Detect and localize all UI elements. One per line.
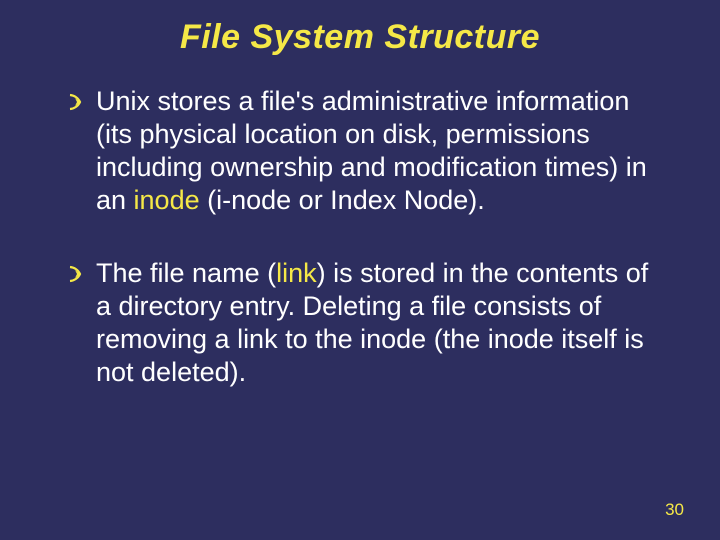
list-item: Unix stores a file's administrative info… — [68, 85, 660, 217]
bullet-arrow-icon — [68, 265, 96, 283]
text-segment: (i-node or Index Node). — [200, 185, 485, 215]
bullet-text: Unix stores a file's administrative info… — [96, 85, 660, 217]
highlight-term: inode — [134, 185, 200, 215]
page-number: 30 — [665, 500, 684, 520]
text-segment: The file name ( — [96, 258, 276, 288]
bullet-arrow-icon — [68, 93, 96, 111]
bullet-text: The file name (link) is stored in the co… — [96, 257, 660, 389]
bullet-list: Unix stores a file's administrative info… — [60, 85, 660, 389]
list-item: The file name (link) is stored in the co… — [68, 257, 660, 389]
slide-title: File System Structure — [60, 18, 660, 57]
slide: File System Structure Unix stores a file… — [0, 0, 720, 540]
highlight-term: link — [276, 258, 317, 288]
